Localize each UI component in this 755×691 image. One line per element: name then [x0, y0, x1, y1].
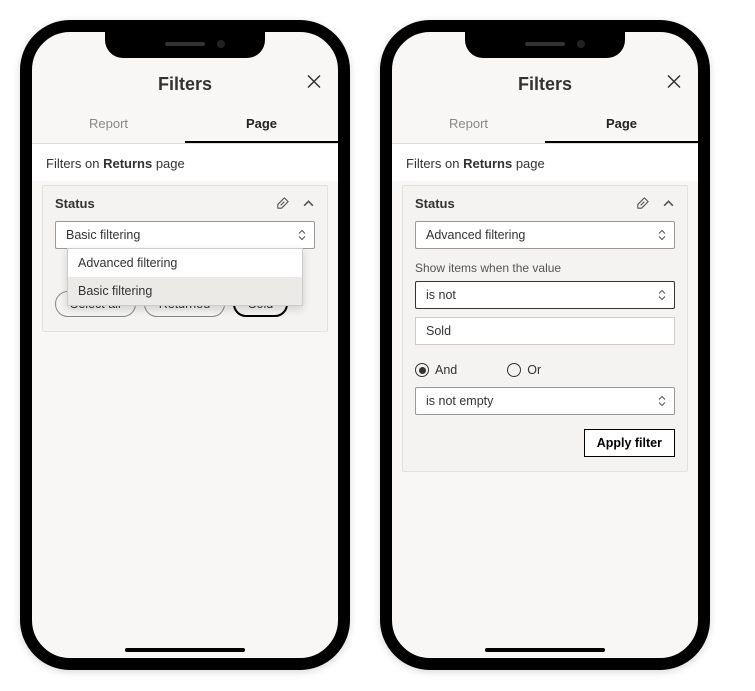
filter-field-name: Status [55, 196, 263, 211]
updown-icon [658, 230, 666, 241]
phone-left: Filters Report Page Filters on Returns p… [20, 20, 350, 670]
phone-notch [465, 30, 625, 58]
updown-icon [658, 290, 666, 301]
radio-icon [507, 363, 521, 377]
page-title: Filters [518, 74, 572, 95]
updown-icon [658, 396, 666, 407]
apply-filter-button[interactable]: Apply filter [584, 429, 675, 457]
header: Filters [392, 64, 698, 104]
tabs: Report Page [32, 104, 338, 144]
condition1-select[interactable]: is not [415, 281, 675, 309]
close-icon[interactable] [306, 74, 322, 95]
radio-and[interactable]: And [415, 363, 457, 377]
home-indicator [485, 648, 605, 652]
condition2-select[interactable]: is not empty [415, 387, 675, 415]
close-icon[interactable] [666, 74, 682, 95]
eraser-icon[interactable] [275, 196, 290, 211]
section-prefix: Filters on [406, 156, 463, 171]
card-header: Status [55, 196, 315, 211]
tab-page[interactable]: Page [545, 104, 698, 143]
filter-card-status: Status Basic filtering Advanced f [42, 185, 328, 332]
phone-right: Filters Report Page Filters on Returns p… [380, 20, 710, 670]
updown-icon [298, 230, 306, 241]
filtering-mode-dropdown: Advanced filtering Basic filtering [67, 248, 303, 306]
section-suffix: page [152, 156, 185, 171]
section-label: Filters on Returns page [32, 144, 338, 181]
page-title: Filters [158, 74, 212, 95]
eraser-icon[interactable] [635, 196, 650, 211]
header: Filters [32, 64, 338, 104]
filtering-mode-select-wrap: Basic filtering Advanced filtering Basic… [55, 221, 315, 249]
filtering-mode-select[interactable]: Basic filtering [55, 221, 315, 249]
section-pagename: Returns [463, 156, 512, 171]
chevron-up-icon[interactable] [302, 197, 315, 210]
filtering-mode-select[interactable]: Advanced filtering [415, 221, 675, 249]
home-indicator [125, 648, 245, 652]
select-value: is not empty [426, 394, 493, 408]
apply-row: Apply filter [415, 429, 675, 457]
filter-card-status: Status Advanced filtering Show items whe… [402, 185, 688, 472]
show-items-label: Show items when the value [415, 261, 675, 275]
radio-label: Or [527, 363, 541, 377]
screen-left: Filters Report Page Filters on Returns p… [32, 32, 338, 658]
logic-radio-group: And Or [415, 363, 675, 377]
tab-report[interactable]: Report [32, 104, 185, 143]
radio-label: And [435, 363, 457, 377]
tab-report[interactable]: Report [392, 104, 545, 143]
tab-page[interactable]: Page [185, 104, 338, 143]
chevron-up-icon[interactable] [662, 197, 675, 210]
phone-notch [105, 30, 265, 58]
section-suffix: page [512, 156, 545, 171]
value1-input[interactable]: Sold [415, 317, 675, 345]
screen-right: Filters Report Page Filters on Returns p… [392, 32, 698, 658]
section-pagename: Returns [103, 156, 152, 171]
card-header: Status [415, 196, 675, 211]
filter-field-name: Status [415, 196, 623, 211]
select-value: Basic filtering [66, 228, 140, 242]
dropdown-item-advanced[interactable]: Advanced filtering [68, 249, 302, 277]
select-value: is not [426, 288, 456, 302]
section-prefix: Filters on [46, 156, 103, 171]
dropdown-item-basic[interactable]: Basic filtering [68, 277, 302, 305]
section-label: Filters on Returns page [392, 144, 698, 181]
select-value: Advanced filtering [426, 228, 525, 242]
radio-icon [415, 363, 429, 377]
radio-or[interactable]: Or [507, 363, 541, 377]
tabs: Report Page [392, 104, 698, 144]
